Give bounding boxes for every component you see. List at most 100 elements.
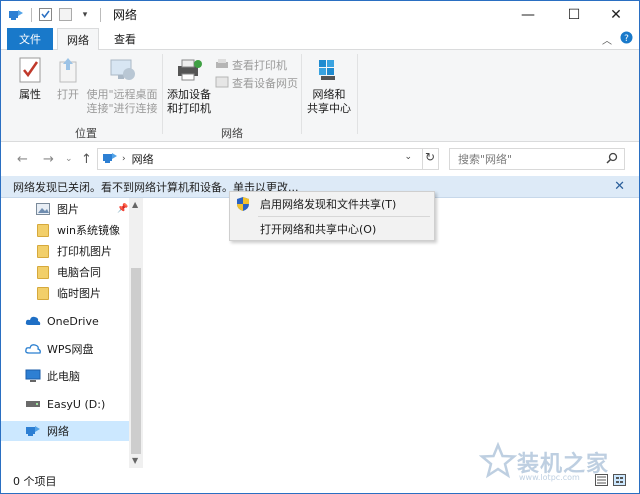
refresh-icon[interactable]: ↻ <box>425 150 435 164</box>
address-row: ← → ⌄ ↑ › 网络 ⌄ ↻ 搜索"网络" <box>1 142 639 176</box>
printer-small-icon <box>215 58 229 73</box>
search-placeholder: 搜索"网络" <box>458 153 513 166</box>
remote-desktop-label-1: 使用"远程桌面 <box>86 88 158 101</box>
title-bar: ▾ 网络 — ☐ ✕ <box>1 1 639 28</box>
open-label: 打开 <box>57 88 79 101</box>
view-printers-button[interactable]: 查看打印机 <box>215 56 287 74</box>
nav-item-label: win系统镜像 <box>57 224 121 237</box>
nav-item-label: WPS网盘 <box>47 343 94 356</box>
tab-network[interactable]: 网络 <box>57 28 99 51</box>
view-device-pages-label: 查看设备网页 <box>232 77 298 90</box>
navigation-pane: 图片 📌 win系统镜像 打印机图片 电脑合同 临时图片 OneDrive WP… <box>1 198 129 468</box>
up-arrow-icon[interactable]: ↑ <box>81 152 92 167</box>
search-icon[interactable] <box>606 152 618 167</box>
nav-item-label: 电脑合同 <box>57 266 101 279</box>
group-label-network: 网络 <box>221 127 243 140</box>
maximize-button[interactable]: ☐ <box>551 1 597 28</box>
nav-item-wps-cloud[interactable]: WPS网盘 <box>1 339 129 359</box>
close-infobar-icon[interactable]: ✕ <box>614 179 625 194</box>
nav-item-label: 网络 <box>47 425 69 438</box>
computer-icon <box>25 369 41 383</box>
new-folder-icon[interactable] <box>56 6 74 24</box>
nav-item-label: 图片 <box>57 203 79 216</box>
tab-file[interactable]: 文件 <box>7 28 53 50</box>
network-icon <box>7 6 25 24</box>
remote-desktop-icon <box>106 54 138 86</box>
nav-item-pictures[interactable]: 图片 📌 <box>1 199 129 219</box>
uac-shield-icon <box>236 196 250 215</box>
back-arrow-icon[interactable]: ← <box>17 152 28 167</box>
customize-toolbar-icon[interactable]: ▾ <box>76 6 94 24</box>
nav-item-onedrive[interactable]: OneDrive <box>1 311 129 331</box>
recent-locations-icon[interactable]: ⌄ <box>65 154 73 164</box>
open-button[interactable]: 打开 <box>51 54 85 102</box>
site-watermark: 装机之家 www.lotpc.com <box>478 439 629 485</box>
menu-item-label: 启用网络发现和文件共享(T) <box>260 198 397 211</box>
scroll-down-icon[interactable]: ▼ <box>132 456 138 465</box>
properties-checkbox-icon[interactable] <box>36 6 54 24</box>
folder-icon <box>35 244 51 258</box>
scroll-up-icon[interactable]: ▲ <box>132 200 138 209</box>
properties-label: 属性 <box>19 88 41 101</box>
nav-item-easyu-drive[interactable]: EasyU (D:) <box>1 394 129 414</box>
group-divider <box>301 54 302 134</box>
network-center-icon <box>313 54 345 86</box>
network-sharing-center-button[interactable]: 网络和 共享中心 <box>305 54 353 116</box>
add-devices-label-2: 和打印机 <box>167 102 211 115</box>
nav-item-network[interactable]: 网络 <box>1 421 129 441</box>
close-button[interactable]: ✕ <box>593 1 639 28</box>
nav-scrollbar-thumb[interactable] <box>131 268 141 454</box>
items-count: 0 个项目 <box>13 474 57 488</box>
properties-button[interactable]: 属性 <box>13 54 47 102</box>
remote-desktop-button[interactable]: 使用"远程桌面 连接"进行连接 <box>85 54 159 116</box>
printer-icon <box>173 54 205 86</box>
forward-arrow-icon[interactable]: → <box>43 152 54 167</box>
folder-icon <box>35 286 51 300</box>
help-icon[interactable]: ? <box>620 31 633 47</box>
ribbon-controls: ︿ ? <box>602 31 633 47</box>
toolbar-divider <box>31 7 32 22</box>
nav-item-printer-images[interactable]: 打印机图片 <box>1 241 129 261</box>
cloud-icon <box>25 342 41 356</box>
properties-icon <box>14 54 46 86</box>
star-logo-icon <box>478 441 518 483</box>
watermark-sub: www.lotpc.com <box>519 473 580 482</box>
tab-view[interactable]: 查看 <box>105 28 145 50</box>
open-network-sharing-center-item[interactable]: 打开网络和共享中心(O) <box>230 218 434 240</box>
menu-divider <box>258 216 430 217</box>
network-center-label-1: 网络和 <box>312 88 346 101</box>
window-title: 网络 <box>113 8 138 22</box>
minimize-button[interactable]: — <box>505 1 551 28</box>
drive-icon <box>25 397 41 411</box>
ribbon-tabs: 文件 网络 查看 ︿ ? <box>1 28 639 51</box>
nav-scrollbar[interactable]: ▲ ▼ <box>129 198 143 468</box>
address-dropdown-icon[interactable]: ⌄ <box>404 152 412 162</box>
folder-icon <box>35 265 51 279</box>
group-divider <box>357 54 358 134</box>
nav-item-label: 打印机图片 <box>57 245 112 258</box>
menu-item-label: 打开网络和共享中心(O) <box>260 223 377 236</box>
add-devices-label-1: 添加设备 <box>167 88 211 101</box>
remote-desktop-label-2: 连接"进行连接 <box>86 102 158 115</box>
nav-item-contracts[interactable]: 电脑合同 <box>1 262 129 282</box>
group-label-location: 位置 <box>75 127 97 140</box>
nav-item-win-image[interactable]: win系统镜像 <box>1 220 129 240</box>
folder-icon <box>35 223 51 237</box>
nav-item-this-pc[interactable]: 此电脑 <box>1 366 129 386</box>
context-menu: 启用网络发现和文件共享(T) 打开网络和共享中心(O) <box>229 191 435 241</box>
collapse-ribbon-icon[interactable]: ︿ <box>602 32 612 47</box>
search-input[interactable]: 搜索"网络" <box>449 148 625 170</box>
address-divider <box>422 149 423 169</box>
address-bar[interactable]: › 网络 ⌄ ↻ <box>97 148 439 170</box>
toolbar-divider <box>100 7 101 22</box>
network-icon <box>25 424 41 438</box>
explorer-window: ▾ 网络 — ☐ ✕ 文件 网络 查看 ︿ ? 属性 打开 使用"远程桌面 连接… <box>0 0 640 494</box>
pictures-icon <box>35 202 51 216</box>
pin-icon[interactable]: 📌 <box>117 204 128 214</box>
breadcrumb-chevron-icon[interactable]: › <box>122 154 126 164</box>
add-devices-button[interactable]: 添加设备 和打印机 <box>165 54 213 116</box>
enable-network-discovery-item[interactable]: 启用网络发现和文件共享(T) <box>230 193 434 215</box>
view-device-pages-button[interactable]: 查看设备网页 <box>215 74 298 92</box>
nav-item-temp-images[interactable]: 临时图片 <box>1 283 129 303</box>
device-page-icon <box>215 76 229 91</box>
